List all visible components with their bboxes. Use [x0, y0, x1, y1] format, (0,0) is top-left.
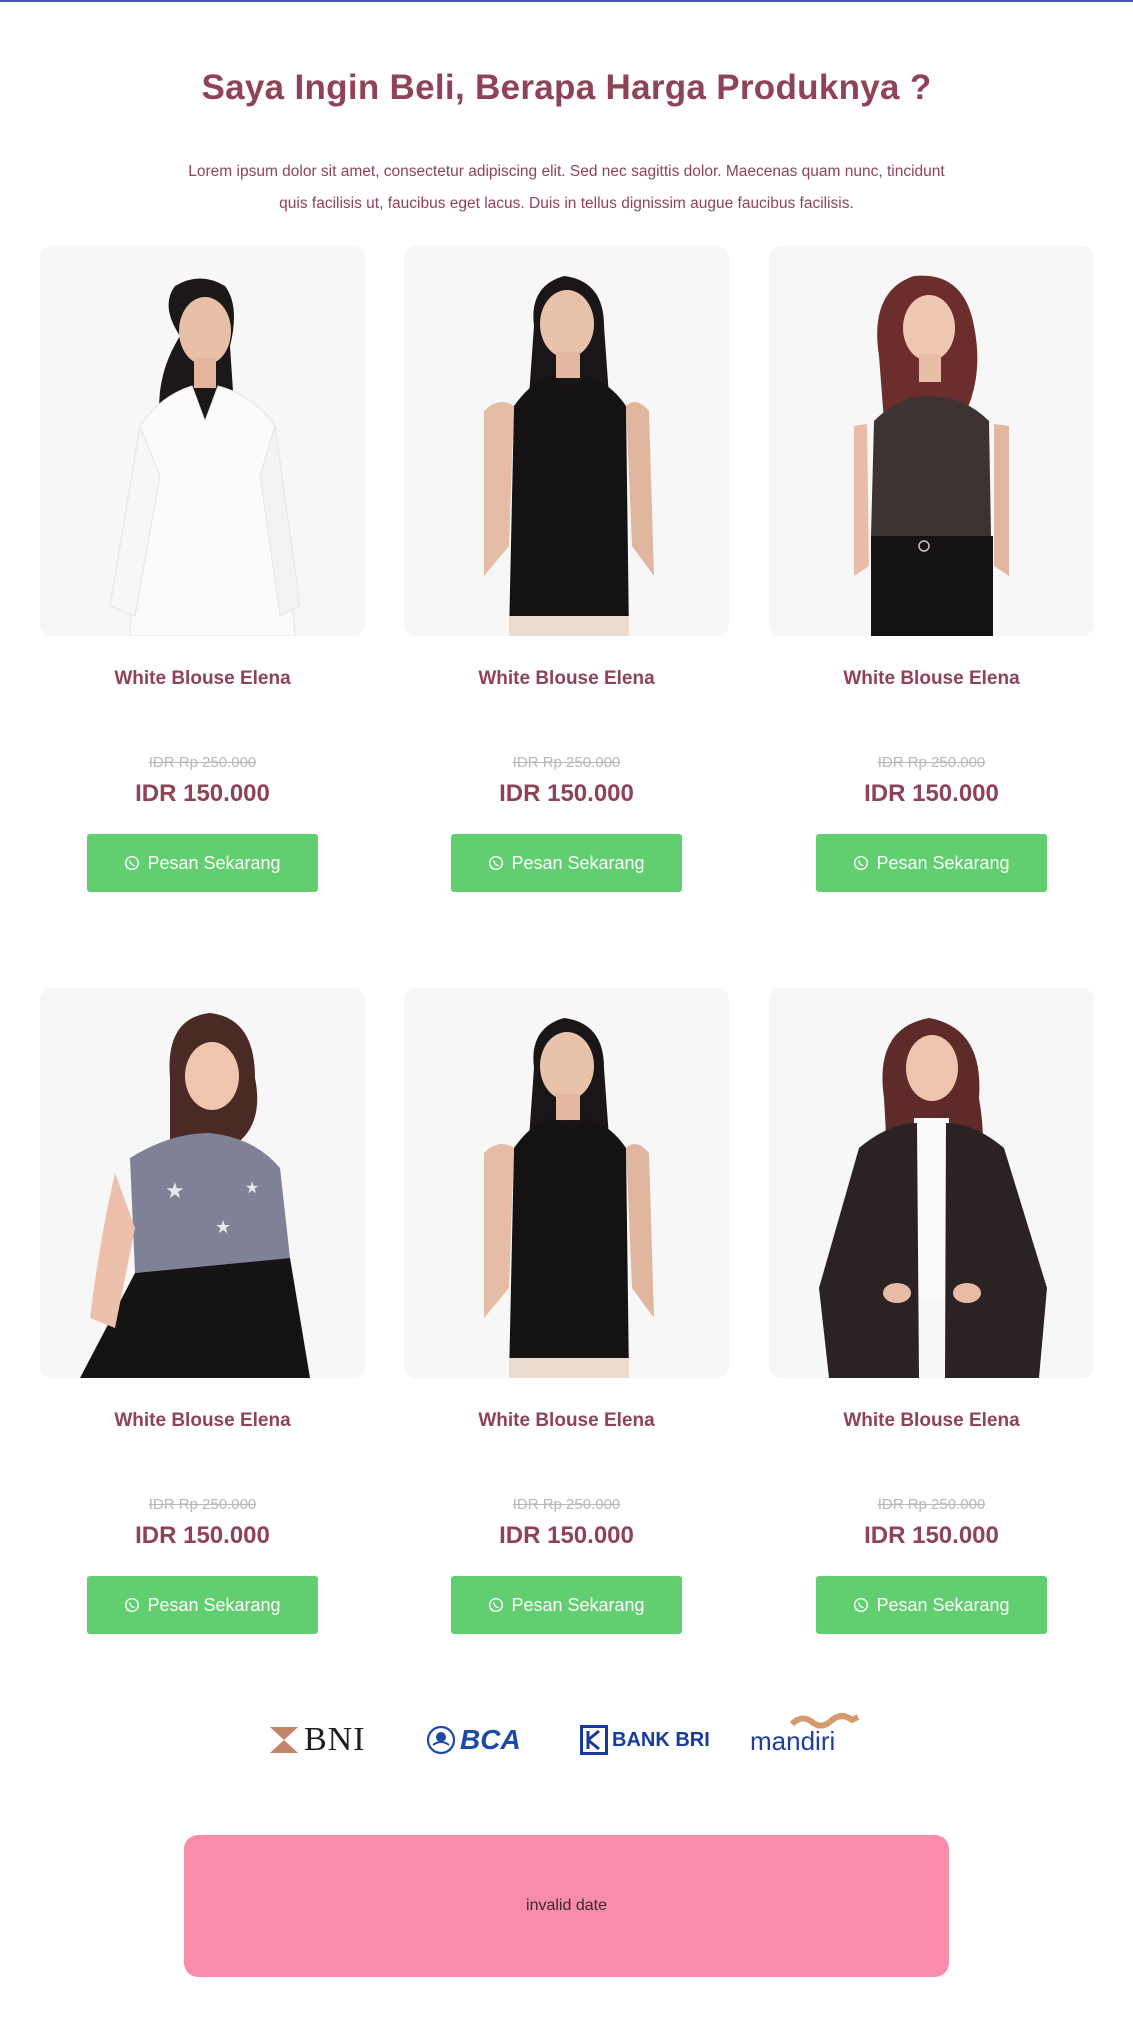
mandiri-logo: mandiri [750, 1710, 860, 1770]
product-price: IDR 150.000 [864, 1522, 999, 1549]
product-old-price: IDR Rp 250.000 [877, 754, 986, 771]
product-price: IDR 150.000 [864, 780, 999, 807]
order-now-label: Pesan Sekarang [876, 1594, 1010, 1615]
whatsapp-icon [854, 1597, 869, 1613]
product-old-price: IDR Rp 250.000 [877, 1496, 986, 1513]
product-image[interactable] [404, 246, 729, 636]
order-now-button[interactable]: Pesan Sekarang [87, 834, 318, 892]
countdown-text: invalid date [526, 1897, 607, 1914]
product-card: ★ ★ ★ White Blouse Elena IDR Rp 250.000 … [40, 988, 365, 1634]
page-description: Lorem ipsum dolor sit amet, consectetur … [188, 163, 945, 212]
order-now-label: Pesan Sekarang [511, 852, 645, 873]
product-name: White Blouse Elena [478, 668, 655, 689]
page-title: Saya Ingin Beli, Berapa Harga Produknya … [201, 68, 932, 107]
product-image[interactable] [769, 988, 1094, 1378]
order-now-button[interactable]: Pesan Sekarang [87, 1576, 318, 1634]
bca-logo: BCA [426, 1710, 521, 1770]
bca-emblem-icon [426, 1725, 456, 1755]
bni-logo: BNI [270, 1710, 366, 1770]
product-old-price: IDR Rp 250.000 [512, 754, 621, 771]
svg-text:★: ★ [165, 1178, 185, 1203]
countdown-box: invalid date [184, 1835, 949, 1977]
whatsapp-icon [125, 855, 140, 871]
svg-text:★: ★ [245, 1180, 259, 1197]
product-old-price: IDR Rp 250.000 [148, 754, 257, 771]
product-card: White Blouse Elena IDR Rp 250.000 IDR 15… [769, 988, 1094, 1634]
product-old-price: IDR Rp 250.000 [512, 1496, 621, 1513]
bank-logos: BNI BCA BANK BRI mandiri [0, 1710, 1133, 1770]
whatsapp-icon [854, 855, 869, 871]
product-name: White Blouse Elena [114, 668, 291, 689]
order-now-label: Pesan Sekarang [147, 852, 281, 873]
whatsapp-icon [125, 1597, 140, 1613]
top-border-line [0, 0, 1133, 2]
product-card: White Blouse Elena IDR Rp 250.000 IDR 15… [404, 988, 729, 1634]
product-price: IDR 150.000 [135, 1522, 270, 1549]
product-name: White Blouse Elena [478, 1410, 655, 1431]
product-old-price: IDR Rp 250.000 [148, 1496, 257, 1513]
order-now-button[interactable]: Pesan Sekarang [816, 1576, 1047, 1634]
product-image[interactable] [40, 246, 365, 636]
product-price: IDR 150.000 [499, 780, 634, 807]
product-card: White Blouse Elena IDR Rp 250.000 IDR 15… [40, 246, 365, 892]
bni-mark-icon [270, 1727, 298, 1753]
product-image[interactable] [404, 988, 729, 1378]
order-now-label: Pesan Sekarang [876, 852, 1010, 873]
product-card: White Blouse Elena IDR Rp 250.000 IDR 15… [404, 246, 729, 892]
product-price: IDR 150.000 [499, 1522, 634, 1549]
whatsapp-icon [489, 1597, 504, 1613]
product-name: White Blouse Elena [843, 1410, 1020, 1431]
product-image[interactable]: ★ ★ ★ [40, 988, 365, 1378]
order-now-button[interactable]: Pesan Sekarang [451, 834, 682, 892]
order-now-label: Pesan Sekarang [511, 1594, 645, 1615]
product-image[interactable] [769, 246, 1094, 636]
bri-mark-icon [580, 1725, 608, 1755]
bri-logo: BANK BRI [580, 1710, 710, 1770]
product-card: White Blouse Elena IDR Rp 250.000 IDR 15… [769, 246, 1094, 892]
whatsapp-icon [489, 855, 504, 871]
product-name: White Blouse Elena [843, 668, 1020, 689]
svg-text:★: ★ [215, 1217, 231, 1237]
order-now-button[interactable]: Pesan Sekarang [451, 1576, 682, 1634]
order-now-button[interactable]: Pesan Sekarang [816, 834, 1047, 892]
order-now-label: Pesan Sekarang [147, 1594, 281, 1615]
product-price: IDR 150.000 [135, 780, 270, 807]
mandiri-wave-icon [790, 1713, 860, 1729]
product-name: White Blouse Elena [114, 1410, 291, 1431]
